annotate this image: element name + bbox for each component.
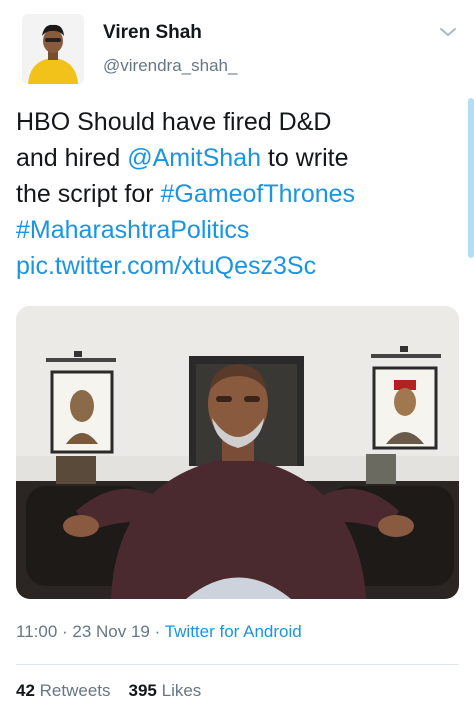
likes-label: Likes xyxy=(156,681,202,700)
avatar[interactable] xyxy=(22,14,84,84)
retweets-count: 42 xyxy=(16,681,35,700)
tweet-stats: 42 Retweets 395 Likes xyxy=(16,681,201,701)
tweet-text-segment: the script for xyxy=(16,180,161,208)
hashtag-link[interactable]: #GameofThrones xyxy=(161,180,356,208)
pic-link[interactable]: pic.twitter.com/xtuQesz3Sc xyxy=(16,252,316,280)
tweet-media-image[interactable] xyxy=(16,306,459,599)
tweet-text-segment: to write xyxy=(260,144,349,172)
tweet-text-segment: HBO Should have fired D&D xyxy=(16,108,332,136)
likes-stat[interactable]: 395 Likes xyxy=(129,681,202,700)
tweet-header: Viren Shah @virendra_shah_ xyxy=(0,0,474,95)
tweet-line: HBO Should have fired D&D xyxy=(16,104,446,140)
tweet-time[interactable]: 11:00 xyxy=(16,622,57,641)
tweet-line: and hired @AmitShah to write xyxy=(16,140,446,176)
hashtag-link[interactable]: #MaharashtraPolitics xyxy=(16,216,249,244)
tweet-line: pic.twitter.com/xtuQesz3Sc xyxy=(16,248,446,284)
divider xyxy=(16,664,459,665)
mention-link[interactable]: @AmitShah xyxy=(127,144,261,172)
author-name[interactable]: Viren Shah xyxy=(103,22,202,44)
tweet-date[interactable]: 23 Nov 19 xyxy=(72,622,150,641)
tweet-meta: 11:00 · 23 Nov 19 · Twitter for Android xyxy=(16,622,302,642)
author-handle[interactable]: @virendra_shah_ xyxy=(103,56,237,76)
tweet-text-segment: and hired xyxy=(16,144,128,172)
tweet-line: the script for #GameofThrones xyxy=(16,176,446,212)
retweets-label: Retweets xyxy=(34,681,111,700)
tweet-text: HBO Should have fired D&D and hired @Ami… xyxy=(16,104,446,284)
tweet-line: #MaharashtraPolitics xyxy=(16,212,446,248)
chevron-down-icon[interactable] xyxy=(437,24,459,40)
meta-separator: · xyxy=(57,622,73,641)
scrollbar[interactable] xyxy=(468,98,474,258)
likes-count: 395 xyxy=(128,681,157,700)
meta-separator: · xyxy=(149,622,165,641)
tweet-source-link[interactable]: Twitter for Android xyxy=(165,622,302,641)
retweets-stat[interactable]: 42 Retweets xyxy=(16,681,111,700)
